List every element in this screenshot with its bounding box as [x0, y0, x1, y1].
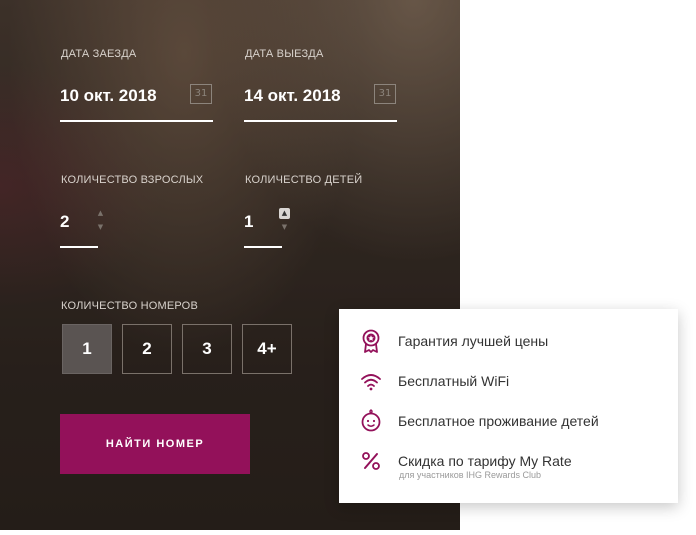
checkin-underline [60, 120, 213, 122]
percent-icon [359, 449, 383, 473]
adults-decrement-arrow-icon[interactable]: ▼ [95, 222, 106, 233]
search-room-button[interactable]: НАЙТИ НОМЕР [60, 414, 250, 474]
benefit-free-children-stay: Бесплатное проживание детей [359, 409, 599, 433]
rooms-label: КОЛИЧЕСТВО НОМЕРОВ [61, 300, 198, 312]
room-option-2[interactable]: 2 [122, 324, 172, 374]
adults-label: КОЛИЧЕСТВО ВЗРОСЛЫХ [61, 174, 204, 186]
checkout-date-value[interactable]: 14 окт. 2018 [244, 86, 341, 106]
benefit-subtext: для участников IHG Rewards Club [399, 470, 542, 480]
benefit-label: Скидка по тарифу My Rate [398, 453, 572, 469]
adults-underline [60, 246, 98, 248]
calendar-icon[interactable]: 31 [374, 84, 396, 104]
children-decrement-arrow-icon[interactable]: ▼ [279, 222, 290, 233]
award-ribbon-icon [359, 329, 383, 353]
calendar-icon[interactable]: 31 [190, 84, 212, 104]
benefit-label: Бесплатное проживание детей [398, 413, 599, 429]
room-option-4-plus[interactable]: 4+ [242, 324, 292, 374]
children-increment-arrow-icon[interactable]: ▲ [279, 208, 290, 219]
children-label: КОЛИЧЕСТВО ДЕТЕЙ [245, 174, 363, 186]
children-value[interactable]: 1 [244, 212, 253, 232]
wifi-icon [359, 369, 383, 393]
checkin-label: ДАТА ЗАЕЗДА [61, 48, 137, 60]
adults-increment-arrow-icon[interactable]: ▲ [95, 208, 106, 219]
room-option-3[interactable]: 3 [182, 324, 232, 374]
checkin-date-value[interactable]: 10 окт. 2018 [60, 86, 157, 106]
benefit-label: Бесплатный WiFi [398, 373, 510, 389]
checkout-underline [244, 120, 397, 122]
checkout-label: ДАТА ВЫЕЗДА [245, 48, 324, 60]
baby-icon [359, 409, 383, 433]
benefit-best-price: Гарантия лучшей цены [359, 329, 548, 353]
adults-value[interactable]: 2 [60, 212, 69, 232]
benefit-label: Гарантия лучшей цены [398, 333, 549, 349]
benefit-free-wifi: Бесплатный WiFi [359, 369, 509, 393]
children-underline [244, 246, 282, 248]
room-option-1[interactable]: 1 [62, 324, 112, 374]
